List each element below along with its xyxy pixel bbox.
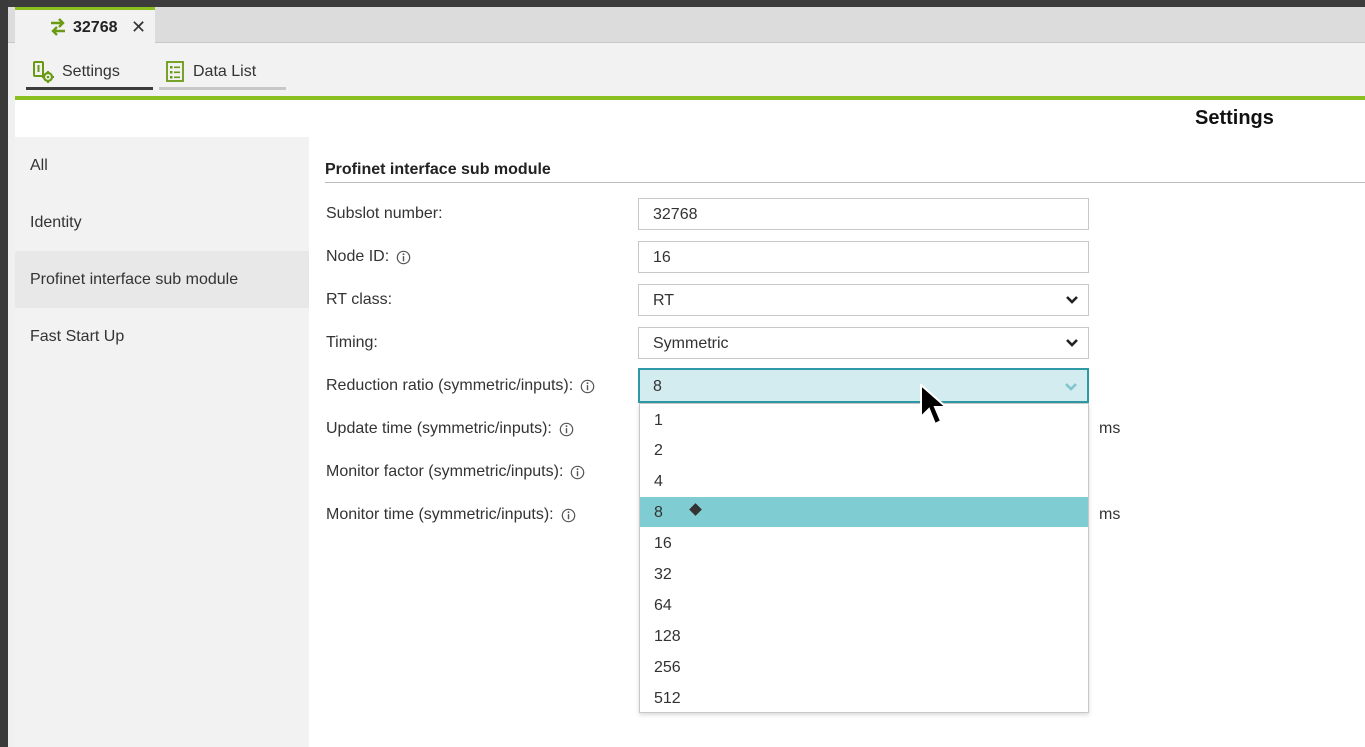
node-id-value: 16 xyxy=(653,249,671,266)
sidebar-item-label: Profinet interface sub module xyxy=(30,271,239,288)
swap-arrows-icon xyxy=(51,18,65,36)
option-label: 64 xyxy=(654,597,672,614)
option-label: 1 xyxy=(654,412,663,429)
document-tab-bar: 32768 ✕ xyxy=(8,7,1365,43)
tab-settings-label: Settings xyxy=(62,63,120,80)
rt-class-label: RT class: xyxy=(326,291,392,309)
rt-class-value: RT xyxy=(653,292,675,309)
option-label: 256 xyxy=(654,659,681,676)
subslot-number-label-text: Subslot number: xyxy=(326,205,443,222)
timing-label: Timing: xyxy=(326,334,378,352)
rt-class-label-text: RT class: xyxy=(326,291,393,308)
reduction-ratio-select[interactable]: 8 xyxy=(638,368,1089,403)
dropdown-option-selected[interactable]: 8 xyxy=(640,497,1088,527)
monitor-time-unit: ms xyxy=(1099,506,1121,523)
tab-settings[interactable]: Settings xyxy=(26,57,153,90)
tab-data-list-label: Data List xyxy=(193,63,257,80)
chevron-down-icon xyxy=(1065,383,1077,391)
selected-marker-icon xyxy=(689,503,702,516)
left-window-edge xyxy=(0,0,8,747)
mouse-cursor-icon xyxy=(920,384,949,426)
list-icon xyxy=(166,61,184,82)
monitor-time-label-text: Monitor time (symmetric/inputs): xyxy=(326,506,554,523)
view-tabs: Settings Data List xyxy=(15,43,1365,97)
node-id-label: Node ID: xyxy=(326,248,411,266)
page-title: Settings xyxy=(1195,107,1274,129)
update-time-unit: ms xyxy=(1099,420,1121,437)
sidebar-nav: All Identity Profinet interface sub modu… xyxy=(15,137,309,747)
info-icon[interactable] xyxy=(559,422,574,437)
dropdown-option[interactable]: 128 xyxy=(640,621,1088,651)
option-label: 128 xyxy=(654,628,681,645)
info-icon[interactable] xyxy=(570,465,585,480)
timing-select[interactable]: Symmetric xyxy=(638,327,1089,359)
option-label: 512 xyxy=(654,690,681,707)
sidebar-item-fast-start-up[interactable]: Fast Start Up xyxy=(15,308,309,365)
dropdown-option[interactable]: 1 xyxy=(640,405,1088,435)
node-id-field[interactable]: 16 xyxy=(638,241,1089,273)
section-title: Profinet interface sub module xyxy=(325,161,551,178)
accent-divider xyxy=(15,96,1365,100)
info-icon[interactable] xyxy=(561,508,576,523)
info-icon[interactable] xyxy=(396,250,411,265)
top-window-edge xyxy=(8,0,1365,7)
sidebar-item-all[interactable]: All xyxy=(15,137,309,194)
dropdown-option[interactable]: 2 xyxy=(640,435,1088,465)
option-label: 16 xyxy=(654,535,672,552)
sidebar-item-label: All xyxy=(30,157,48,174)
dropdown-option[interactable]: 64 xyxy=(640,590,1088,620)
monitor-time-label: Monitor time (symmetric/inputs): xyxy=(326,506,576,524)
dropdown-option[interactable]: 32 xyxy=(640,559,1088,589)
reduction-ratio-label-text: Reduction ratio (symmetric/inputs): xyxy=(326,377,574,394)
reduction-ratio-dropdown: 1 2 4 8 16 32 64 128 256 512 xyxy=(639,403,1089,713)
option-label: 32 xyxy=(654,566,672,583)
option-label: 4 xyxy=(654,473,663,490)
option-label: 8 xyxy=(654,504,663,521)
chevron-down-icon xyxy=(1066,296,1078,304)
option-label: 2 xyxy=(654,442,663,459)
monitor-factor-label: Monitor factor (symmetric/inputs): xyxy=(326,463,585,481)
section-divider xyxy=(325,182,1365,183)
dropdown-option[interactable]: 16 xyxy=(640,528,1088,558)
rt-class-select[interactable]: RT xyxy=(638,284,1089,316)
subslot-number-field[interactable]: 32768 xyxy=(638,198,1089,230)
dropdown-option[interactable]: 512 xyxy=(640,683,1088,713)
tab-data-list[interactable]: Data List xyxy=(159,57,286,90)
document-tab[interactable]: 32768 ✕ xyxy=(15,7,155,43)
document-tab-title: 32768 xyxy=(73,19,118,36)
sidebar-item-label: Identity xyxy=(30,214,82,231)
node-id-label-text: Node ID: xyxy=(326,248,390,265)
subslot-number-label: Subslot number: xyxy=(326,205,443,223)
dropdown-option[interactable]: 256 xyxy=(640,652,1088,682)
sidebar-item-identity[interactable]: Identity xyxy=(15,194,309,251)
close-icon[interactable]: ✕ xyxy=(131,17,146,38)
timing-value: Symmetric xyxy=(653,335,729,352)
sidebar-item-profinet-interface-sub-module[interactable]: Profinet interface sub module xyxy=(15,251,309,308)
left-gutter xyxy=(8,0,15,747)
monitor-factor-label-text: Monitor factor (symmetric/inputs): xyxy=(326,463,564,480)
settings-gear-icon xyxy=(33,61,54,83)
chevron-down-icon xyxy=(1066,339,1078,347)
subslot-number-value: 32768 xyxy=(653,206,698,223)
update-time-label: Update time (symmetric/inputs): xyxy=(326,420,574,438)
sidebar-item-label: Fast Start Up xyxy=(30,328,125,345)
update-time-label-text: Update time (symmetric/inputs): xyxy=(326,420,552,437)
info-icon[interactable] xyxy=(580,379,595,394)
reduction-ratio-label: Reduction ratio (symmetric/inputs): xyxy=(326,377,595,395)
reduction-ratio-value: 8 xyxy=(653,378,662,395)
timing-label-text: Timing: xyxy=(326,334,378,351)
dropdown-option[interactable]: 4 xyxy=(640,466,1088,496)
